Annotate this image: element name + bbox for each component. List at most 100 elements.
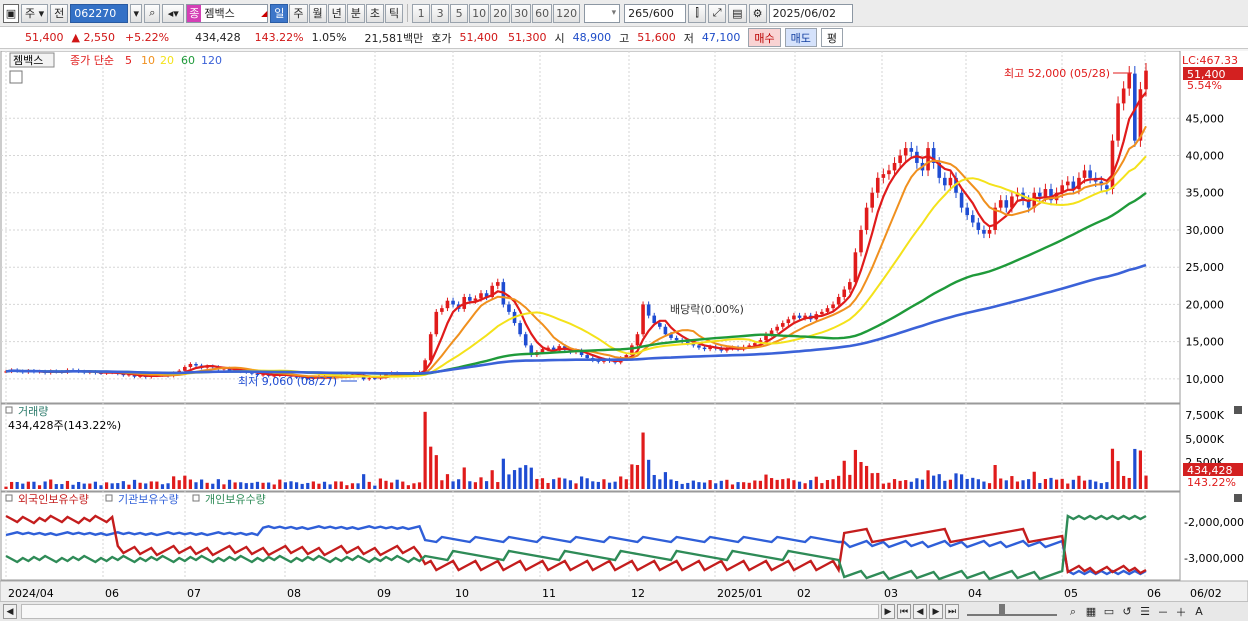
candle-body	[998, 200, 1003, 208]
scroll-left-icon[interactable]: ◀	[3, 604, 17, 619]
period-tabs: 일주월년분초틱	[270, 3, 404, 23]
speaker-icon[interactable]: ◂▾	[162, 3, 185, 23]
candle-body	[1110, 140, 1115, 190]
investor-legend-0: 외국인보유수량	[18, 493, 89, 506]
interval-button-30[interactable]: 30	[511, 3, 532, 23]
high-price: 51,600	[637, 31, 676, 44]
legend-stock-name: 젬백스	[13, 54, 43, 67]
volume-title: 거래량	[18, 405, 48, 418]
volume-bar	[691, 480, 695, 489]
zoom-in-icon[interactable]: ＋	[1173, 602, 1189, 621]
horizontal-scrollbar[interactable]	[21, 604, 879, 619]
change-percent: +5.22%	[124, 31, 170, 44]
volume-bar	[825, 480, 830, 489]
chart-window-icon[interactable]: ▭	[1101, 602, 1117, 621]
zoom-search-icon[interactable]: ⌕	[1065, 602, 1081, 621]
period-tab-2[interactable]: 월	[308, 3, 327, 23]
interval-button-3[interactable]: 3	[431, 3, 450, 23]
interval-button-60[interactable]: 60	[532, 3, 553, 23]
save-icon[interactable]: ▤	[728, 3, 747, 23]
period-tab-6[interactable]: 틱	[385, 3, 404, 23]
sell-button[interactable]: 매도	[784, 28, 817, 47]
volume-bar	[395, 479, 399, 489]
candle-body	[635, 334, 640, 346]
period-tab-5[interactable]: 초	[365, 3, 385, 23]
volume-bar	[43, 481, 47, 489]
volume-bar	[104, 482, 109, 489]
font-size-icon[interactable]: A	[1191, 602, 1207, 621]
draw-tool-icon[interactable]: ⤢	[708, 3, 727, 23]
volume-bar	[647, 459, 651, 489]
data-count-field[interactable]: 265/600	[624, 3, 687, 23]
scroll-right-icon[interactable]: ▶	[881, 604, 895, 619]
interval-custom-select[interactable]: ▾	[584, 3, 621, 23]
volume-bar	[199, 479, 204, 489]
zoom-slider[interactable]	[967, 604, 1057, 616]
last-page-icon[interactable]: ⏭	[945, 604, 959, 619]
prev-page-icon[interactable]: ◀	[913, 604, 927, 619]
stock-code-input[interactable]: 062270	[70, 3, 129, 23]
volume-bar	[512, 470, 517, 489]
volume-bar	[932, 475, 936, 489]
volume-bar	[484, 481, 489, 489]
stock-name-field[interactable]: 종 젬백스 ◢	[186, 3, 269, 23]
candle-body	[1127, 73, 1132, 89]
sync-icon[interactable]: ↺	[1119, 602, 1135, 621]
interval-button-10[interactable]: 10	[469, 3, 490, 23]
period-tab-3[interactable]: 년	[327, 3, 346, 23]
zoom-slider-handle-icon[interactable]	[999, 604, 1005, 616]
volume-bar	[334, 481, 338, 489]
volume-bar	[429, 446, 433, 489]
chart-canvas[interactable]: 45,000 40,000 35,000 30,000 25,000 20,000 15,0…	[0, 51, 1248, 603]
search-icon[interactable]: ⌕	[144, 3, 161, 23]
volume-bar	[356, 483, 360, 489]
settings-gear-icon[interactable]: ⚙	[748, 3, 767, 23]
period-tab-4[interactable]: 분	[346, 3, 365, 23]
interval-button-1[interactable]: 1	[412, 3, 431, 23]
candle-type-icon[interactable]: ⫿	[688, 3, 707, 23]
volume-bar	[322, 481, 327, 489]
investor-legend-icon	[105, 494, 113, 502]
candle-body	[825, 308, 830, 312]
investor-legend-icon	[5, 494, 13, 502]
candle-body	[775, 326, 779, 331]
candle-body	[451, 300, 455, 305]
prev-button[interactable]: 전	[50, 3, 69, 23]
footer-bar: ◀ ▶ ⏮ ◀ ▶ ⏭ ⌕ ▦ ▭ ↺ ☰ － ＋ A	[0, 601, 1248, 621]
volume-bar	[345, 485, 349, 489]
first-page-icon[interactable]: ⏮	[897, 604, 911, 619]
volume-bar	[1099, 483, 1103, 489]
candle-body	[903, 148, 908, 156]
chart-window-icon[interactable]: ▣	[3, 3, 19, 23]
open-label: 시	[554, 31, 565, 45]
volume-legend-icon	[5, 406, 13, 414]
zoom-out-icon[interactable]: －	[1155, 602, 1171, 621]
date-field[interactable]: 2025/06/02	[768, 3, 853, 23]
interval-button-120[interactable]: 120	[553, 3, 581, 23]
list-icon[interactable]: ☰	[1137, 602, 1153, 621]
candle-body	[831, 304, 835, 309]
investor-legend-2: 개인보유수량	[205, 493, 266, 506]
volume-info: 434,428주(143.22%)	[8, 419, 121, 432]
period-dropdown[interactable]: 주 ▾	[21, 3, 49, 23]
volume-bar	[674, 480, 679, 489]
buy-button[interactable]: 매수	[748, 28, 781, 47]
volume-bar	[557, 477, 561, 489]
x-axis-label: 10	[455, 587, 469, 600]
code-dropdown-button[interactable]: ▾	[130, 3, 143, 23]
chart-area[interactable]: 45,000 40,000 35,000 30,000 25,000 20,000 15,0…	[0, 51, 1248, 603]
volume-bar	[250, 482, 254, 489]
next-page-icon[interactable]: ▶	[929, 604, 943, 619]
chart-layout-icon[interactable]: ▦	[1083, 602, 1099, 621]
volume-bar	[1060, 478, 1064, 489]
volume-bar	[613, 481, 617, 489]
candle-body	[859, 229, 863, 253]
divider	[407, 4, 409, 22]
period-tab-0[interactable]: 일	[270, 3, 289, 23]
interval-button-5[interactable]: 5	[450, 3, 469, 23]
candle-body	[495, 282, 500, 286]
interval-button-20[interactable]: 20	[490, 3, 511, 23]
price-tick-label: 25,000	[1186, 261, 1225, 274]
period-tab-1[interactable]: 주	[289, 3, 308, 23]
eval-button[interactable]: 평	[820, 28, 844, 47]
